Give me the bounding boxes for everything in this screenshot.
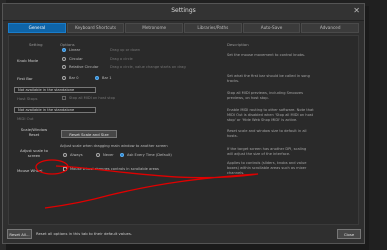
scale-always-label: Always xyxy=(70,153,83,157)
bar1-radio[interactable] xyxy=(95,76,99,80)
mouse-wheel-option: Mouse wheel changes controls in scrollab… xyxy=(70,167,159,171)
settings-panel: Setting Options Description Knob Mode Li… xyxy=(8,35,359,225)
bar1-label: Bar 1 xyxy=(102,76,112,80)
tab-auto-save[interactable]: Auto-Save xyxy=(242,23,301,33)
knob-circular-radio[interactable] xyxy=(62,57,66,61)
scale-never-radio[interactable] xyxy=(96,153,100,157)
background-right xyxy=(369,0,387,250)
tab-libraries-paths[interactable]: Libraries/Paths xyxy=(184,23,242,33)
scale-ask-label: Ask Every Time (Default) xyxy=(127,153,172,157)
header-options: Options xyxy=(60,42,75,47)
close-icon[interactable]: ✕ xyxy=(353,6,360,16)
first-bar-description: Set what the first bar should be called … xyxy=(227,74,310,83)
window-title: Settings xyxy=(171,7,196,14)
midi-out-notice: Not available in the standalone xyxy=(14,107,96,113)
knob-relative-hint: Drag a circle, value change starts on dr… xyxy=(110,65,186,69)
scale-window-label: Scale/Window Reset xyxy=(20,127,48,137)
bar0-label: Bar 0 xyxy=(69,76,79,80)
adjust-scale-label: Adjust scale to screen xyxy=(20,148,48,158)
host-stops-checkbox[interactable] xyxy=(62,96,66,100)
mouse-wheel-label: Mouse Wheel xyxy=(17,168,43,173)
tab-advanced[interactable]: Advanced xyxy=(301,23,360,33)
knob-linear-radio[interactable] xyxy=(62,48,66,52)
tab-bar: General Keyboard Shortcuts Metronome Lib… xyxy=(8,23,360,33)
first-bar-label: First Bar xyxy=(17,76,33,81)
knob-mode-label: Knob Mode xyxy=(17,58,39,63)
header-setting: Setting xyxy=(29,42,43,47)
knob-circular-hint: Drag a circle xyxy=(110,57,133,61)
scale-ask-radio[interactable] xyxy=(120,153,124,157)
knob-relative-radio[interactable] xyxy=(62,65,66,69)
knob-mode-description: Set the mouse movement to control knobs. xyxy=(227,53,306,57)
scale-never-label: Never xyxy=(103,153,114,157)
footer: Reset All... Reset all options in this t… xyxy=(3,227,364,243)
reset-all-text: Reset all options in this tab to their d… xyxy=(36,231,133,236)
mouse-wheel-checkbox[interactable] xyxy=(63,167,67,171)
reset-all-button[interactable]: Reset All... xyxy=(7,229,32,239)
host-stops-description: Stop all MIDI previews, including Smoove… xyxy=(227,91,304,100)
tab-general[interactable]: General xyxy=(8,23,66,33)
knob-linear-label: Linear xyxy=(69,48,81,52)
bar0-radio[interactable] xyxy=(62,76,66,80)
scale-window-description: Reset scale and window size to default i… xyxy=(227,129,307,138)
host-stops-notice: Not available in the standalone xyxy=(14,87,96,93)
settings-window: Settings ✕ General Keyboard Shortcuts Me… xyxy=(2,3,365,244)
host-stops-option: Stop all MIDI on host stop xyxy=(69,96,116,100)
midi-out-description: Enable MIDI routing to other software. N… xyxy=(227,108,314,122)
reset-scale-button[interactable]: Reset Scale and Size xyxy=(61,130,117,138)
host-stops-label: Host Stops xyxy=(17,96,38,101)
scale-always-radio[interactable] xyxy=(63,153,67,157)
knob-linear-hint: Drag up or down xyxy=(110,48,141,52)
adjust-scale-description: If the target screen has another DPI, sc… xyxy=(227,147,307,156)
knob-circular-label: Circular xyxy=(69,57,83,61)
mouse-wheel-description: Applies to controls (sliders, knobs and … xyxy=(227,161,307,175)
header-description: Description xyxy=(227,42,249,47)
close-button[interactable]: Close xyxy=(337,229,361,239)
knob-relative-label: Relative Circular xyxy=(69,65,99,69)
tab-keyboard-shortcuts[interactable]: Keyboard Shortcuts xyxy=(66,23,125,33)
tab-metronome[interactable]: Metronome xyxy=(125,23,184,33)
title-bar: Settings ✕ xyxy=(3,4,364,21)
midi-out-label: MIDI Out xyxy=(17,116,34,121)
adjust-scale-hint: Adjust scale when dragging main window t… xyxy=(60,144,168,148)
